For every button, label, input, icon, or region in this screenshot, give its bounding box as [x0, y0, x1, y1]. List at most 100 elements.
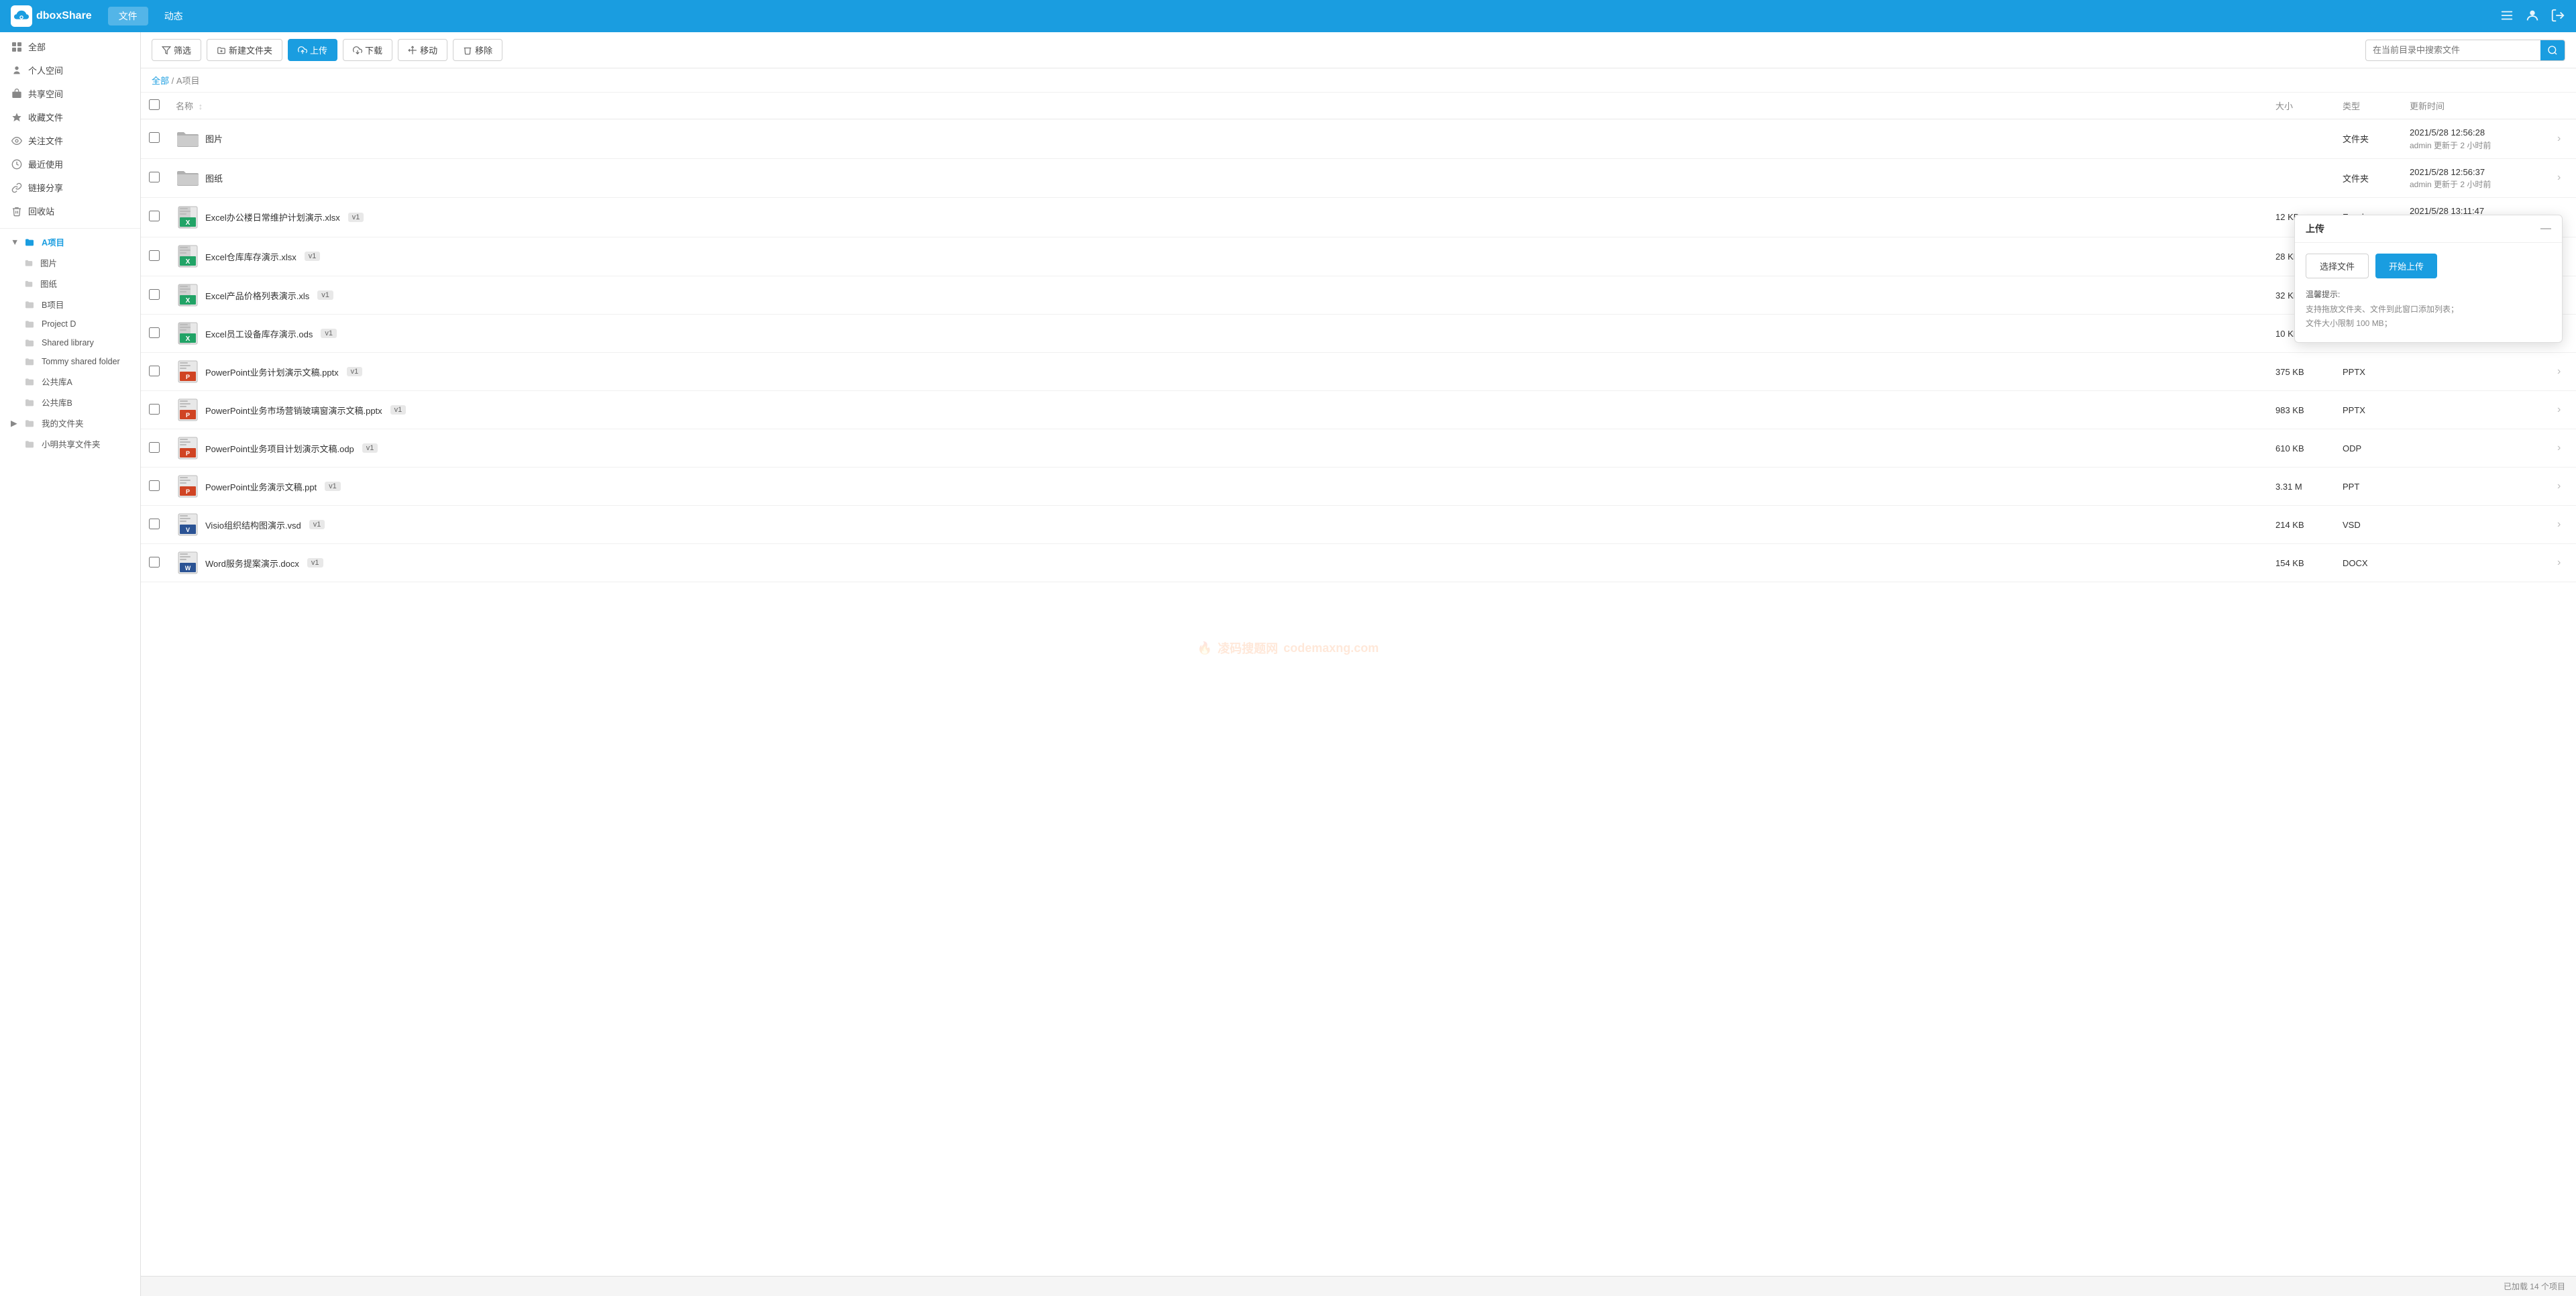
- row-expand-button[interactable]: ›: [2557, 366, 2561, 377]
- row-type-cell: PPTX: [2334, 353, 2402, 391]
- row-action-cell: ›: [2549, 506, 2576, 544]
- row-checkbox[interactable]: [149, 250, 160, 261]
- search-icon: [2547, 45, 2558, 56]
- row-checkbox[interactable]: [149, 366, 160, 376]
- version-badge: v1: [305, 252, 321, 261]
- user-icon[interactable]: [2525, 8, 2540, 25]
- upload-button[interactable]: 上传: [288, 39, 337, 61]
- tree-item-xiao-shared[interactable]: 小明共享文件夹: [0, 433, 140, 454]
- dialog-actions: 选择文件 开始上传: [2306, 254, 2551, 278]
- delete-button[interactable]: 移除: [453, 39, 502, 61]
- search-input[interactable]: [2366, 45, 2540, 55]
- row-expand-button[interactable]: ›: [2557, 557, 2561, 568]
- row-checkbox[interactable]: [149, 442, 160, 453]
- row-checkbox[interactable]: [149, 557, 160, 568]
- file-name-text[interactable]: 图片: [205, 132, 223, 145]
- logout-icon[interactable]: [2551, 8, 2565, 25]
- file-name-container: P PowerPoint业务计划演示文稿.pptx v1: [176, 360, 2259, 384]
- svg-text:X: X: [186, 219, 191, 227]
- tree-item-b-project[interactable]: B项目: [0, 294, 140, 315]
- sidebar-item-all[interactable]: 全部: [0, 35, 140, 58]
- select-all-checkbox[interactable]: [149, 99, 160, 110]
- filter-button[interactable]: 筛选: [152, 39, 201, 61]
- version-badge: v1: [307, 558, 323, 568]
- row-checkbox[interactable]: [149, 172, 160, 182]
- row-expand-button[interactable]: ›: [2557, 172, 2561, 183]
- table-row: P PowerPoint业务演示文稿.ppt v1 3.31 M PPT ›: [141, 468, 2576, 506]
- sidebar-item-shared-space[interactable]: 共享空间: [0, 82, 140, 105]
- choose-file-button[interactable]: 选择文件: [2306, 254, 2369, 278]
- row-checkbox[interactable]: [149, 404, 160, 415]
- row-name-cell: X Excel办公楼日常维护计划演示.xlsx v1: [168, 198, 2267, 237]
- dialog-tips: 温馨提示: 支持拖放文件夹、文件到此窗口添加列表； 文件大小限制 100 MB；: [2306, 288, 2551, 331]
- sidebar-item-link-share[interactable]: 链接分享: [0, 176, 140, 199]
- table-row: X Excel员工设备库存演示.ods v1 10 KB ODS ›: [141, 315, 2576, 353]
- delete-icon: [463, 46, 472, 55]
- file-name-text[interactable]: Word服务提案演示.docx: [205, 557, 299, 570]
- file-name-text[interactable]: PowerPoint业务演示文稿.ppt: [205, 480, 317, 493]
- file-name-text[interactable]: Excel产品价格列表演示.xls: [205, 289, 309, 302]
- new-folder-button[interactable]: 新建文件夹: [207, 39, 282, 61]
- row-expand-button[interactable]: ›: [2557, 404, 2561, 415]
- sidebar-label-link-share: 链接分享: [28, 181, 63, 194]
- row-action-cell: ›: [2549, 158, 2576, 198]
- tree-item-a-project[interactable]: ▼ A项目: [0, 231, 140, 252]
- row-type-cell: 文件夹: [2334, 119, 2402, 159]
- file-icon-vsd: V: [176, 512, 200, 537]
- file-name-container: P PowerPoint业务项目计划演示文稿.odp v1: [176, 436, 2259, 460]
- file-name-text[interactable]: Visio组织结构图演示.vsd: [205, 519, 301, 531]
- dialog-header: 上传 —: [2295, 215, 2562, 243]
- row-checkbox[interactable]: [149, 327, 160, 338]
- tree-item-my-folder[interactable]: ▶ 我的文件夹: [0, 413, 140, 433]
- menu-icon[interactable]: [2500, 8, 2514, 25]
- row-checkbox[interactable]: [149, 480, 160, 491]
- row-checkbox[interactable]: [149, 289, 160, 300]
- sidebar-item-recent[interactable]: 最近使用: [0, 152, 140, 176]
- row-expand-button[interactable]: ›: [2557, 480, 2561, 492]
- tab-files[interactable]: 文件: [108, 7, 148, 25]
- file-name-text[interactable]: Excel仓库库存演示.xlsx: [205, 250, 297, 263]
- tree-item-shared-library[interactable]: Shared library: [0, 333, 140, 352]
- tree-item-project-d[interactable]: Project D: [0, 315, 140, 333]
- move-icon: [408, 46, 417, 55]
- file-icon-excel: X: [176, 244, 200, 268]
- sidebar-item-favorites[interactable]: 收藏文件: [0, 105, 140, 129]
- tree-item-a-images[interactable]: 图片: [0, 252, 140, 273]
- clock-icon: [11, 158, 23, 170]
- row-action-cell: ›: [2549, 544, 2576, 582]
- tab-activity[interactable]: 动态: [154, 7, 194, 25]
- sidebar-item-trash[interactable]: 回收站: [0, 199, 140, 223]
- tree-item-tommy-shared[interactable]: Tommy shared folder: [0, 352, 140, 371]
- file-name-text[interactable]: PowerPoint业务项目计划演示文稿.odp: [205, 442, 354, 455]
- svg-text:X: X: [186, 258, 191, 266]
- file-name-text[interactable]: PowerPoint业务计划演示文稿.pptx: [205, 366, 339, 378]
- file-name-text[interactable]: 图纸: [205, 172, 223, 184]
- row-checkbox[interactable]: [149, 132, 160, 143]
- sort-icon[interactable]: ↕: [199, 101, 203, 111]
- row-action-cell: ›: [2549, 119, 2576, 159]
- move-button[interactable]: 移动: [398, 39, 447, 61]
- dialog-close-button[interactable]: —: [2540, 223, 2551, 235]
- tree-item-public-b[interactable]: 公共库B: [0, 392, 140, 413]
- table-row: 图片 文件夹 2021/5/28 12:56:28admin 更新于 2 小时前…: [141, 119, 2576, 159]
- row-expand-button[interactable]: ›: [2557, 133, 2561, 144]
- file-icon-ods: X: [176, 321, 200, 345]
- row-expand-button[interactable]: ›: [2557, 519, 2561, 530]
- tree-item-a-drawings[interactable]: 图纸: [0, 273, 140, 294]
- file-name-text[interactable]: Excel员工设备库存演示.ods: [205, 327, 313, 340]
- logo-icon: [11, 5, 32, 27]
- row-checkbox[interactable]: [149, 519, 160, 529]
- row-expand-button[interactable]: ›: [2557, 442, 2561, 453]
- row-checkbox-cell: [141, 315, 168, 353]
- tree-item-public-a[interactable]: 公共库A: [0, 371, 140, 392]
- search-button[interactable]: [2540, 40, 2565, 60]
- start-upload-button[interactable]: 开始上传: [2375, 254, 2437, 278]
- download-button[interactable]: 下载: [343, 39, 392, 61]
- row-checkbox[interactable]: [149, 211, 160, 221]
- file-name-text[interactable]: Excel办公楼日常维护计划演示.xlsx: [205, 211, 340, 223]
- sidebar-item-watched[interactable]: 关注文件: [0, 129, 140, 152]
- file-icon-folder: [176, 166, 200, 190]
- file-name-text[interactable]: PowerPoint业务市场营销玻璃窗演示文稿.pptx: [205, 404, 382, 417]
- sidebar-item-personal[interactable]: 个人空间: [0, 58, 140, 82]
- breadcrumb-all[interactable]: 全部: [152, 76, 169, 86]
